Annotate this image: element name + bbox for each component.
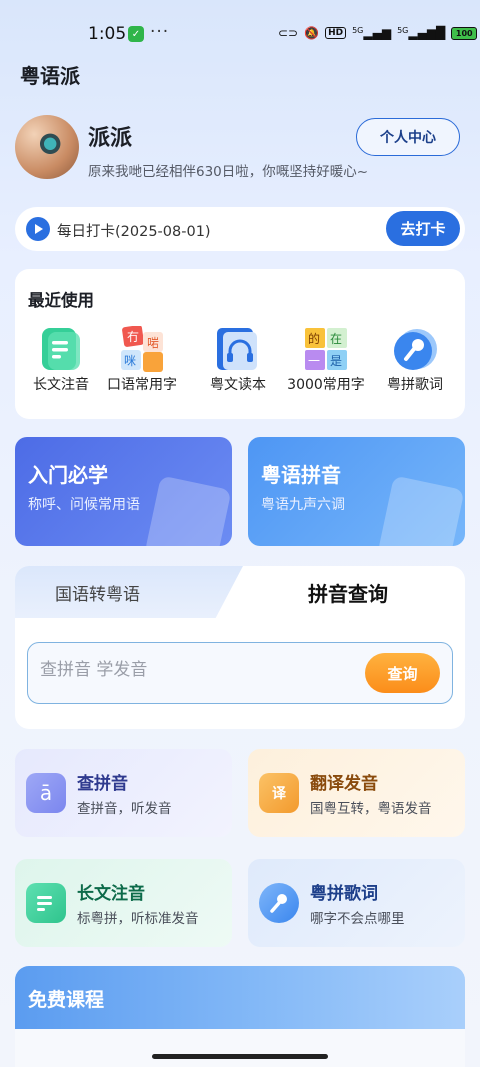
checkin-text: 每日打卡(2025-08-01) — [57, 224, 211, 240]
tone-card-icon — [377, 475, 465, 546]
signal-icon: 5G▂▄▆ — [352, 26, 392, 40]
function-card-lyrics[interactable]: 粤拼歌词 哪字不会点哪里 — [248, 859, 465, 947]
feature-card-beginner[interactable]: 入门必学 称呼、问候常用语 — [15, 437, 232, 546]
signal-icon-2: 5G▂▄▆█ — [397, 26, 446, 40]
home-indicator[interactable] — [152, 1054, 328, 1059]
recent-item-label: 粤拼歌词 — [387, 377, 443, 393]
play-icon[interactable] — [26, 217, 50, 241]
battery-icon: 100 — [451, 26, 478, 40]
function-title: 粤拼歌词 — [310, 884, 378, 904]
function-subtitle: 哪字不会点哪里 — [310, 911, 405, 927]
svg-text:咪: 咪 — [124, 354, 136, 368]
link-icon: ⊂⊃ — [278, 26, 299, 40]
microphone-icon — [259, 883, 299, 923]
pinyin-icon: ā — [26, 773, 66, 813]
checkin-button[interactable]: 去打卡 — [386, 211, 460, 246]
app-title: 粤语派 — [20, 64, 80, 88]
microphone-icon — [392, 326, 438, 372]
recent-item-cantonese-reader[interactable]: 粤文读本 — [193, 326, 283, 406]
svg-text:是: 是 — [330, 354, 342, 368]
free-courses-title: 免费课程 — [28, 989, 105, 1011]
recent-item-long-text[interactable]: 长文注音 — [16, 326, 106, 406]
recent-item-3000-words[interactable]: 的在一是 3000常用字 — [281, 326, 371, 406]
svg-text:一: 一 — [308, 354, 320, 368]
feature-subtitle: 粤语九声六调 — [261, 497, 345, 513]
recent-title: 最近使用 — [28, 291, 94, 310]
tab-pinyin-query[interactable]: 拼音查询 — [308, 578, 388, 607]
characters-icon: 冇啱咪 — [119, 325, 165, 372]
recent-item-spoken-words[interactable]: 冇啱咪 口语常用字 — [97, 325, 187, 406]
svg-text:在: 在 — [330, 332, 342, 346]
recent-item-label: 口语常用字 — [107, 377, 177, 393]
function-subtitle: 标粤拼，听标准发音 — [77, 911, 199, 927]
feature-title: 粤语拼音 — [261, 463, 341, 487]
free-courses-body — [15, 1029, 465, 1067]
recent-item-label: 3000常用字 — [287, 377, 365, 393]
user-bio: 原来我哋已经相伴630日啦，你嘅坚持好暖心~ — [88, 164, 369, 180]
function-card-pinyin[interactable]: ā 查拼音 查拼音，听发音 — [15, 749, 232, 837]
grid-characters-icon: 的在一是 — [303, 326, 349, 372]
status-icons: ⊂⊃ 🔕 HD 5G▂▄▆ 5G▂▄▆█ 100 ϟ — [278, 24, 480, 42]
status-bar: 1:05 ✓ ··· ⊂⊃ 🔕 HD 5G▂▄▆ 5G▂▄▆█ 100 ϟ — [0, 0, 480, 64]
function-card-long-text[interactable]: 长文注音 标粤拼，听标准发音 — [15, 859, 232, 947]
document-icon — [26, 883, 66, 923]
feature-subtitle: 称呼、问候常用语 — [28, 497, 140, 513]
function-title: 长文注音 — [77, 884, 145, 904]
avatar[interactable] — [15, 115, 79, 179]
translate-icon: 译 — [259, 773, 299, 813]
user-name: 派派 — [88, 126, 133, 151]
recent-item-lyrics[interactable]: 粤拼歌词 — [370, 326, 460, 406]
search-input[interactable] — [40, 660, 340, 680]
recent-item-label: 粤文读本 — [210, 377, 266, 393]
function-title: 翻译发音 — [310, 774, 378, 794]
svg-text:的: 的 — [308, 331, 320, 346]
recent-item-label: 长文注音 — [33, 377, 89, 393]
audiobook-icon — [215, 326, 261, 372]
function-card-translate[interactable]: 译 翻译发音 国粤互转，粤语发音 — [248, 749, 465, 837]
search-button[interactable]: 查询 — [365, 653, 440, 693]
notification-dots: ··· — [150, 22, 170, 42]
function-title: 查拼音 — [77, 774, 128, 794]
feature-title: 入门必学 — [28, 463, 108, 487]
hd-label: HD — [325, 27, 347, 39]
document-icon — [38, 326, 84, 372]
svg-text:啱: 啱 — [147, 335, 159, 350]
function-subtitle: 国粤互转，粤语发音 — [310, 801, 432, 817]
feature-card-pinyin[interactable]: 粤语拼音 粤语九声六调 — [248, 437, 465, 546]
mute-icon: 🔕 — [304, 26, 320, 40]
shield-icon: ✓ — [128, 26, 144, 42]
status-time: 1:05 — [88, 24, 127, 44]
function-subtitle: 查拼音，听发音 — [77, 801, 172, 817]
tab-translate-label[interactable]: 国语转粤语 — [55, 580, 140, 605]
svg-text:冇: 冇 — [127, 330, 139, 344]
book-icon — [144, 475, 232, 546]
personal-center-button[interactable]: 个人中心 — [356, 118, 460, 156]
